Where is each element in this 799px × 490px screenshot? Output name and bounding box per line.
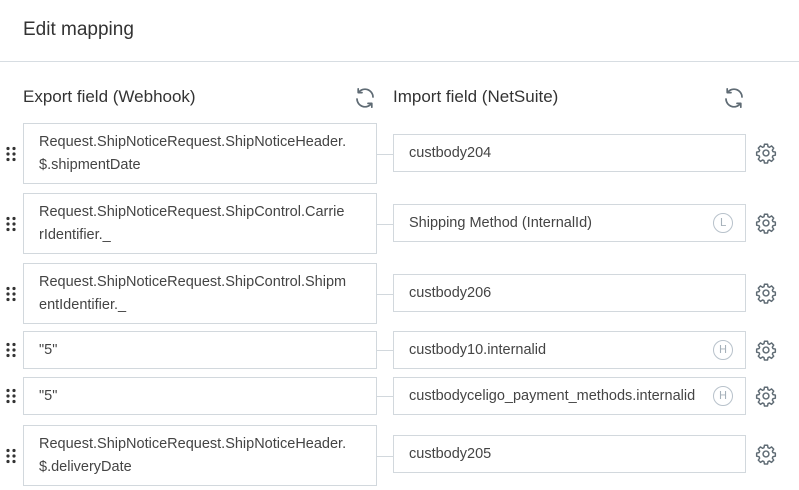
drag-handle[interactable] — [5, 146, 17, 162]
hardcoded-badge-icon: H — [713, 386, 733, 406]
hardcoded-badge-icon: H — [713, 340, 733, 360]
gear-icon — [755, 143, 777, 164]
import-field[interactable]: custbody10.internalid H — [393, 331, 746, 369]
drag-handle-icon — [6, 448, 16, 463]
mapping-connector — [377, 456, 393, 457]
import-field-value: custbody10.internalid — [409, 342, 547, 358]
dialog-title: Edit mapping — [23, 19, 134, 40]
lookup-badge-icon: L — [713, 213, 733, 233]
gear-icon — [755, 386, 777, 407]
export-field[interactable]: Request.ShipNoticeRequest.ShipControl.Sh… — [23, 263, 377, 324]
gear-icon — [755, 213, 777, 234]
mapping-settings-button[interactable] — [755, 443, 777, 465]
import-field[interactable]: custbody206 — [393, 274, 746, 312]
refresh-icon — [725, 87, 743, 109]
mapping-settings-button[interactable] — [755, 282, 777, 304]
drag-handle[interactable] — [5, 286, 17, 302]
export-field[interactable]: "5" — [23, 377, 377, 415]
import-field[interactable]: custbody205 — [393, 435, 746, 473]
import-field[interactable]: Shipping Method (InternalId) L — [393, 204, 746, 242]
drag-handle[interactable] — [5, 448, 17, 464]
drag-handle-icon — [6, 146, 16, 161]
mapping-connector — [377, 294, 393, 295]
import-field-value: custbody205 — [409, 446, 492, 462]
refresh-icon — [356, 87, 374, 109]
export-field[interactable]: Request.ShipNoticeRequest.ShipNoticeHead… — [23, 123, 377, 184]
import-field[interactable]: custbody204 — [393, 134, 746, 172]
import-column-header: Import field (NetSuite) — [393, 87, 559, 106]
mapping-settings-button[interactable] — [755, 339, 777, 361]
drag-handle[interactable] — [5, 388, 17, 404]
drag-handle-icon — [6, 216, 16, 231]
drag-handle-icon — [6, 388, 16, 404]
drag-handle[interactable] — [5, 342, 17, 358]
drag-handle-icon — [6, 342, 16, 358]
mapping-settings-button[interactable] — [755, 212, 777, 234]
mapping-connector — [377, 350, 393, 351]
export-field[interactable]: Request.ShipNoticeRequest.ShipNoticeHead… — [23, 425, 377, 486]
export-field-line: $.shipmentDate — [39, 157, 141, 173]
export-field-line: Request.ShipNoticeRequest.ShipControl.Ca… — [39, 204, 345, 220]
export-field-line: Request.ShipNoticeRequest.ShipNoticeHead… — [39, 134, 347, 150]
export-field-line: Request.ShipNoticeRequest.ShipControl.Sh… — [39, 274, 347, 290]
gear-icon — [755, 283, 777, 304]
refresh-import-button[interactable] — [722, 86, 746, 110]
dialog-header: Edit mapping — [0, 0, 799, 62]
gear-icon — [755, 340, 777, 361]
mapping-settings-button[interactable] — [755, 142, 777, 164]
gear-icon — [755, 444, 777, 465]
import-field-value: Shipping Method (InternalId) — [409, 215, 592, 231]
export-field-line: "5" — [39, 342, 58, 358]
export-field-line: entIdentifier._ — [39, 297, 127, 313]
export-field[interactable]: "5" — [23, 331, 377, 369]
mapping-connector — [377, 224, 393, 225]
import-field-value: custbody204 — [409, 145, 492, 161]
import-field[interactable]: custbodyceligo_payment_methods.internali… — [393, 377, 746, 415]
export-field[interactable]: Request.ShipNoticeRequest.ShipControl.Ca… — [23, 193, 377, 254]
drag-handle-icon — [6, 286, 16, 301]
import-field-value: custbodyceligo_payment_methods.internali… — [409, 388, 696, 404]
mapping-settings-button[interactable] — [755, 385, 777, 407]
export-field-line: rIdentifier._ — [39, 227, 111, 243]
export-column-header: Export field (Webhook) — [23, 87, 196, 106]
export-field-line: "5" — [39, 388, 58, 404]
refresh-export-button[interactable] — [353, 86, 377, 110]
export-field-line: Request.ShipNoticeRequest.ShipNoticeHead… — [39, 436, 347, 452]
import-field-value: custbody206 — [409, 285, 492, 301]
mapping-connector — [377, 396, 393, 397]
mapping-connector — [377, 154, 393, 155]
drag-handle[interactable] — [5, 216, 17, 232]
export-field-line: $.deliveryDate — [39, 459, 132, 475]
